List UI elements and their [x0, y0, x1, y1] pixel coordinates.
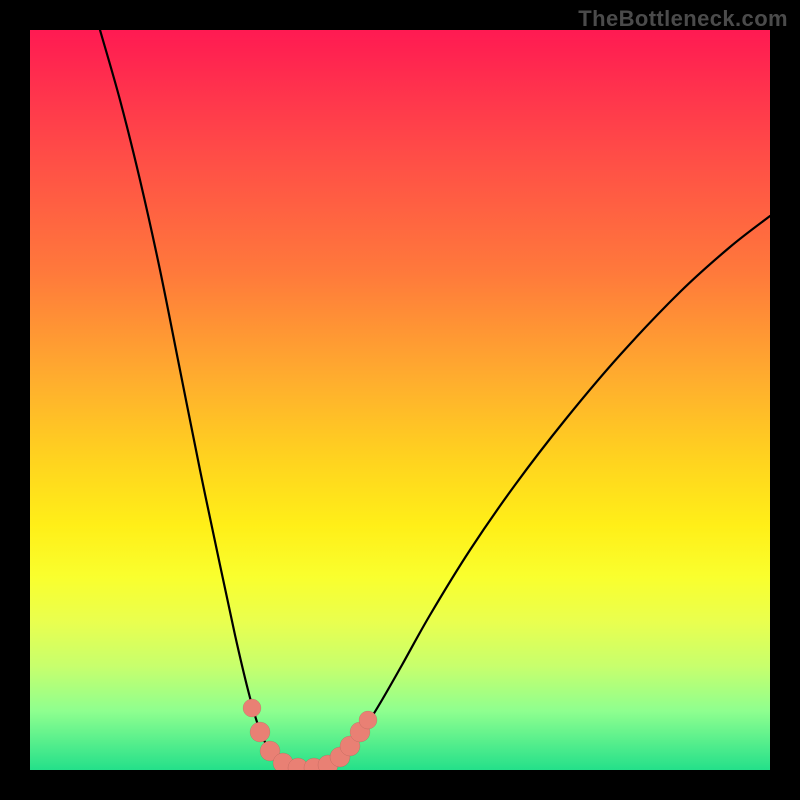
- curve-markers: [243, 699, 377, 770]
- chart-svg: [30, 30, 770, 770]
- watermark-text: TheBottleneck.com: [578, 6, 788, 32]
- curve-marker-0: [243, 699, 261, 717]
- curve-marker-1: [250, 722, 270, 742]
- curve-marker-10: [359, 711, 377, 729]
- plot-area: [30, 30, 770, 770]
- bottleneck-curve: [100, 30, 770, 769]
- stage: TheBottleneck.com: [0, 0, 800, 800]
